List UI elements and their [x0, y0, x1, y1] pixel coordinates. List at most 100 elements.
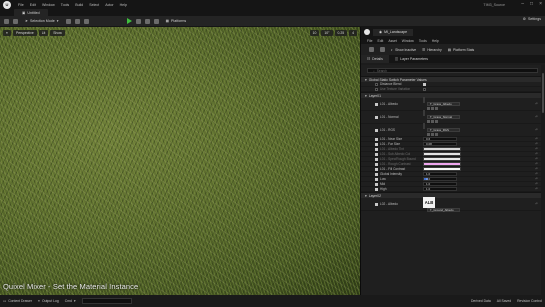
menu-edit[interactable]: Edit [27, 3, 39, 7]
perspective-button[interactable]: Perspective [12, 30, 37, 36]
override-checkbox[interactable] [375, 187, 378, 191]
revision-control-button[interactable]: Revision Control [517, 299, 542, 303]
number-input[interactable]: 0.6 [423, 137, 457, 141]
override-checkbox[interactable] [375, 102, 378, 106]
minimize-icon[interactable]: – [521, 1, 524, 7]
content-drawer-button[interactable]: ▭ Content Drawer [3, 299, 32, 303]
color-swatch[interactable] [423, 157, 461, 161]
override-checkbox[interactable] [375, 147, 378, 151]
derived-data-button[interactable]: Derived Data [471, 299, 491, 303]
texture-thumbnail[interactable]: ALB [423, 196, 435, 208]
value-checkbox[interactable] [423, 82, 426, 86]
all-saved-button[interactable]: All Saved [497, 299, 511, 303]
texture-dropdown[interactable]: T_Ground_Albedo [427, 207, 460, 212]
color-swatch[interactable] [423, 167, 461, 171]
platform-stats-button[interactable]: ▤ Platform Stats [448, 48, 475, 52]
override-checkbox[interactable] [375, 202, 378, 206]
details-search-input[interactable]: ⌕ Search [367, 68, 538, 73]
override-checkbox[interactable] [375, 177, 378, 181]
reset-arrow-icon[interactable]: ↶ [535, 142, 538, 146]
mi-menu-tools[interactable]: Tools [419, 39, 427, 43]
color-swatch[interactable] [423, 147, 461, 151]
menu-select[interactable]: Select [86, 3, 102, 7]
override-checkbox[interactable] [375, 162, 378, 166]
browse-icon[interactable] [431, 120, 434, 123]
value-checkbox[interactable] [423, 87, 426, 91]
output-log-button[interactable]: ≡ Output Log [38, 299, 59, 303]
reset-arrow-icon[interactable]: ↶ [535, 128, 538, 132]
reset-arrow-icon[interactable]: ↶ [535, 137, 538, 141]
step-icon[interactable] [135, 18, 141, 24]
tab-details[interactable]: ☷ Details [361, 55, 389, 63]
override-checkbox[interactable] [375, 152, 378, 156]
reset-arrow-icon[interactable]: ↶ [535, 172, 538, 176]
selection-mode-button[interactable]: ➤ Selection Mode ▾ [22, 18, 62, 25]
maximize-icon[interactable]: □ [530, 1, 533, 7]
number-input[interactable]: 1.0 [423, 172, 457, 176]
play-icon[interactable] [126, 18, 132, 24]
override-checkbox[interactable] [375, 167, 378, 171]
color-swatch[interactable] [423, 152, 461, 156]
mi-asset-tab[interactable]: ◉ MI_Landscape [373, 28, 414, 36]
level-viewport[interactable]: ≡ Perspective Lit Show 10 10° 0.25 4 Qui… [0, 27, 360, 295]
override-checkbox[interactable] [375, 128, 378, 132]
number-input[interactable]: 1.0 [423, 182, 457, 186]
platforms-button[interactable]: ▦ Platforms [163, 18, 190, 25]
camera-speed-button[interactable]: 4 [349, 30, 357, 36]
reset-arrow-icon[interactable]: ↶ [535, 157, 538, 161]
mi-menu-file[interactable]: File [367, 39, 372, 43]
use-selected-icon[interactable] [427, 133, 430, 136]
level-tab[interactable]: ▣ Untitled [14, 9, 48, 16]
texture-thumbnail[interactable] [423, 97, 425, 103]
show-inactive-button[interactable]: ◐ Show Inactive [391, 48, 416, 52]
cinematics-icon[interactable] [83, 18, 89, 24]
reset-arrow-icon[interactable]: ↶ [535, 162, 538, 166]
browse-icon[interactable] [431, 133, 434, 136]
mi-menu-help[interactable]: Help [432, 39, 439, 43]
show-button[interactable]: Show [50, 30, 65, 36]
more-icon[interactable] [153, 18, 159, 24]
mi-menu-window[interactable]: Window [402, 39, 414, 43]
number-input[interactable]: 0.08 [423, 142, 457, 146]
use-selected-icon[interactable] [427, 120, 430, 123]
viewport-menu-button[interactable]: ≡ [3, 30, 11, 36]
blueprint-icon[interactable] [74, 18, 80, 24]
details-scrollbar[interactable] [541, 65, 545, 295]
number-input[interactable]: 0.0 [423, 177, 457, 181]
stop-icon[interactable] [144, 18, 150, 24]
override-checkbox[interactable] [375, 87, 378, 91]
reset-arrow-icon[interactable]: ↶ [535, 115, 538, 119]
content-icon[interactable] [13, 18, 18, 24]
save-icon[interactable] [369, 47, 374, 52]
color-swatch[interactable] [423, 162, 461, 166]
unreal-logo-icon[interactable]: U [3, 0, 11, 9]
browse-icon[interactable] [431, 107, 434, 110]
cmd-button[interactable]: Cmd ▾ [65, 299, 76, 303]
override-checkbox[interactable] [375, 137, 378, 141]
browse-icon[interactable] [380, 47, 385, 52]
save-icon[interactable] [4, 18, 9, 24]
grid-snap-button[interactable]: 10 [309, 30, 320, 36]
scale-snap-button[interactable]: 0.25 [334, 30, 348, 36]
override-checkbox[interactable] [375, 157, 378, 161]
lit-button[interactable]: Lit [38, 30, 49, 36]
reset-arrow-icon[interactable]: ↶ [535, 167, 538, 171]
reset-arrow-icon[interactable]: ↶ [535, 182, 538, 186]
use-selected-icon[interactable] [427, 107, 430, 110]
reset-arrow-icon[interactable]: ↶ [535, 202, 538, 206]
settings-button[interactable]: ⚙ Settings [523, 17, 541, 21]
reset-arrow-icon[interactable]: ↶ [535, 187, 538, 191]
menu-window[interactable]: Window [39, 3, 58, 7]
menu-file[interactable]: File [15, 3, 27, 7]
clear-icon[interactable] [435, 107, 438, 110]
tab-layer-parameters[interactable]: ◫ Layer Parameters [389, 55, 434, 63]
menu-help[interactable]: Help [117, 3, 130, 7]
override-checkbox[interactable] [375, 82, 378, 86]
clear-icon[interactable] [435, 120, 438, 123]
texture-thumbnail[interactable] [423, 123, 425, 129]
reset-arrow-icon[interactable]: ↶ [535, 102, 538, 106]
reset-arrow-icon[interactable]: ↶ [535, 177, 538, 181]
mi-menu-asset[interactable]: Asset [388, 39, 396, 43]
number-input[interactable]: 1.0 [423, 187, 457, 191]
console-command-input[interactable] [81, 298, 132, 304]
